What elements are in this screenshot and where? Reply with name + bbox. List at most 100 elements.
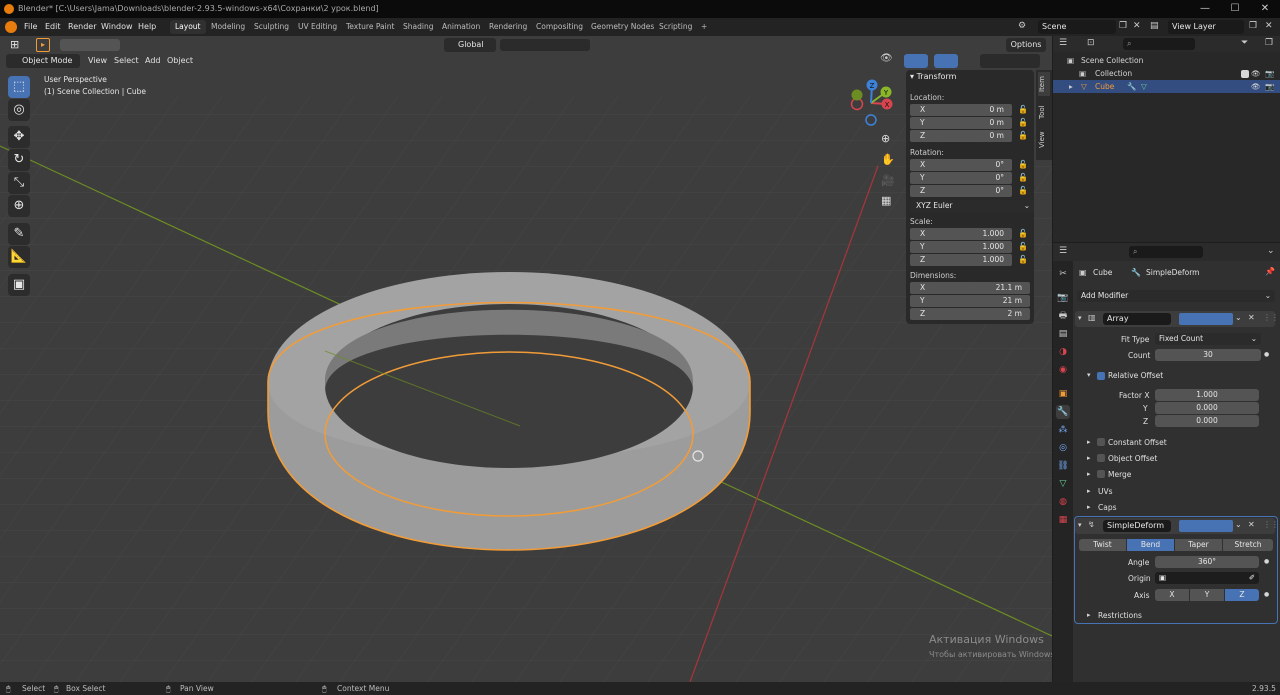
modifier-wrench-icon[interactable]: 🔧	[1127, 80, 1136, 93]
array-modifier-header[interactable]: ▾ ▥ Array ⌄ ✕ ⋮⋮	[1075, 311, 1279, 327]
physics-tab-icon[interactable]: ◎	[1056, 441, 1070, 455]
lock-icon[interactable]: 🔓	[1018, 131, 1028, 140]
add-menu[interactable]: Add	[145, 52, 161, 70]
expand-arrow-icon[interactable]: ▸	[1087, 454, 1091, 462]
maximize-button[interactable]: ☐	[1220, 0, 1250, 18]
collapse-arrow-icon[interactable]: ▾	[1078, 521, 1082, 529]
remove-modifier-icon[interactable]: ✕	[1248, 313, 1255, 322]
object-offset-checkbox[interactable]	[1097, 454, 1105, 462]
tab-shading[interactable]: Shading	[398, 20, 438, 34]
options-chevron-icon[interactable]: ⌄	[1267, 246, 1275, 256]
scale-x-field[interactable]: X 1.000	[910, 228, 1012, 240]
overlay-toggle-button[interactable]	[934, 54, 958, 68]
gizmo-toggle-button[interactable]	[904, 54, 928, 68]
dropdown-chevron-icon[interactable]: ⌄	[1235, 520, 1242, 529]
constraints-tab-icon[interactable]: ⛓	[1056, 459, 1070, 473]
select-menu[interactable]: Select	[114, 52, 139, 70]
3d-viewport[interactable]: ⊞ ▸ Global Options Object Mode View Sele…	[0, 36, 1052, 682]
outliner-search-input[interactable]: ⌕	[1123, 38, 1195, 50]
outliner-editor-icon[interactable]: ☰	[1059, 38, 1067, 48]
lock-icon[interactable]: 🔓	[1018, 173, 1028, 182]
count-field[interactable]: 30	[1155, 349, 1261, 361]
mesh-data-tab-icon[interactable]: ▽	[1056, 477, 1070, 491]
transform-tool[interactable]: ⊕	[8, 195, 30, 217]
new-scene-icon[interactable]: ❐	[1119, 21, 1127, 31]
viewport-canvas[interactable]	[0, 36, 1052, 682]
transform-panel-title[interactable]: ▾ Transform	[910, 72, 956, 81]
tab-view[interactable]: View	[1038, 128, 1050, 152]
output-tab-icon[interactable]: 🖶	[1056, 309, 1070, 323]
dimensions-x-field[interactable]: X 21.1 m	[910, 282, 1030, 294]
axis-x-button[interactable]: X	[1155, 589, 1189, 601]
tab-sculpting[interactable]: Sculpting	[249, 20, 294, 34]
location-z-field[interactable]: Z0 m	[910, 130, 1012, 142]
lock-icon[interactable]: 🔓	[1018, 255, 1028, 264]
snapping-controls[interactable]	[500, 39, 590, 51]
rotation-mode-dropdown[interactable]: XYZ Euler ⌄	[910, 200, 1034, 212]
outliner-row-scene-collection[interactable]: ▣ Scene Collection	[1053, 54, 1280, 67]
lock-icon[interactable]: 🔓	[1018, 105, 1028, 114]
keyframe-dot-icon[interactable]: ●	[1264, 558, 1269, 565]
object-mode-dropdown[interactable]: Object Mode	[6, 54, 80, 68]
eye-icon[interactable]: 👁	[1251, 67, 1261, 80]
tab-tool[interactable]: Tool	[1038, 101, 1050, 123]
tab-animation[interactable]: Animation	[437, 20, 485, 34]
mode-bend-button[interactable]: Bend	[1127, 539, 1174, 551]
visibility-icon[interactable]: 👁	[880, 53, 893, 64]
scale-y-field[interactable]: Y 1.000	[910, 241, 1012, 253]
properties-editor-icon[interactable]: ☰	[1059, 246, 1067, 256]
dimensions-y-field[interactable]: Y 21 m	[910, 295, 1030, 307]
origin-object-field[interactable]: ▣ ✐	[1155, 572, 1259, 584]
mode-taper-button[interactable]: Taper	[1175, 539, 1222, 551]
expand-arrow-icon[interactable]: ▸	[1087, 438, 1091, 446]
simpledeform-name-field[interactable]: SimpleDeform	[1103, 520, 1171, 532]
minimize-button[interactable]: —	[1190, 0, 1220, 18]
factor-z-field[interactable]: 0.000	[1155, 415, 1259, 427]
transform-orientation-dropdown[interactable]: Global	[444, 38, 496, 52]
mesh-data-icon[interactable]: ▽	[1141, 80, 1147, 93]
select-mode-buttons[interactable]	[60, 39, 120, 51]
blender-menu-icon[interactable]	[5, 21, 17, 33]
tab-layout[interactable]: Layout	[170, 20, 206, 34]
lock-icon[interactable]: 🔓	[1018, 160, 1028, 169]
axis-z-button[interactable]: Z	[1225, 589, 1259, 601]
menu-window[interactable]: Window	[101, 18, 133, 36]
constant-offset-checkbox[interactable]	[1097, 438, 1105, 446]
delete-scene-icon[interactable]: ✕	[1133, 21, 1141, 31]
camera-view-icon[interactable]: 🎥	[881, 174, 895, 187]
keyframe-dot-icon[interactable]: ●	[1264, 351, 1269, 358]
close-button[interactable]: ✕	[1250, 0, 1280, 18]
expand-arrow-icon[interactable]: ▸	[1087, 487, 1091, 495]
options-dropdown[interactable]: Options	[1006, 38, 1046, 52]
location-y-field[interactable]: Y0 m	[910, 117, 1012, 129]
collapse-arrow-icon[interactable]: ▾	[1078, 314, 1082, 322]
drag-handle-icon[interactable]: ⋮⋮	[1263, 520, 1279, 529]
tab-item[interactable]: Item	[1038, 72, 1050, 96]
view-layer-icon[interactable]: ▤	[1150, 21, 1159, 31]
tab-uv-editing[interactable]: UV Editing	[293, 20, 342, 34]
world-tab-icon[interactable]: ◉	[1056, 363, 1070, 377]
tab-rendering[interactable]: Rendering	[484, 20, 532, 34]
array-name-field[interactable]: Array	[1103, 313, 1171, 325]
menu-help[interactable]: Help	[138, 18, 156, 36]
measure-tool[interactable]: 📐	[8, 246, 30, 268]
simpledeform-visibility-toggles[interactable]	[1179, 520, 1233, 532]
merge-checkbox[interactable]	[1097, 470, 1105, 478]
tab-geometry-nodes[interactable]: Geometry Nodes	[586, 20, 659, 34]
angle-field[interactable]: 360°	[1155, 556, 1259, 568]
relative-offset-checkbox[interactable]	[1097, 372, 1105, 380]
fit-type-dropdown[interactable]: Fixed Count ⌄	[1155, 333, 1261, 345]
view-menu[interactable]: View	[88, 52, 107, 70]
simpledeform-modifier-header[interactable]: ▾ ↯ SimpleDeform ⌄ ✕ ⋮⋮	[1075, 518, 1279, 534]
dimensions-z-field[interactable]: Z2 m	[910, 308, 1030, 320]
object-tab-icon[interactable]: ▣	[1056, 387, 1070, 401]
eye-icon[interactable]: 👁	[1251, 80, 1261, 93]
factor-y-field[interactable]: 0.000	[1155, 402, 1259, 414]
mode-stretch-button[interactable]: Stretch	[1223, 539, 1273, 551]
camera-icon[interactable]: 📷	[1265, 80, 1274, 93]
factor-x-field[interactable]: 1.000	[1155, 389, 1259, 401]
location-x-field[interactable]: X0 m	[910, 104, 1012, 116]
mode-twist-button[interactable]: Twist	[1079, 539, 1126, 551]
add-workspace-button[interactable]: +	[696, 20, 712, 34]
exclude-checkbox[interactable]	[1241, 70, 1249, 78]
